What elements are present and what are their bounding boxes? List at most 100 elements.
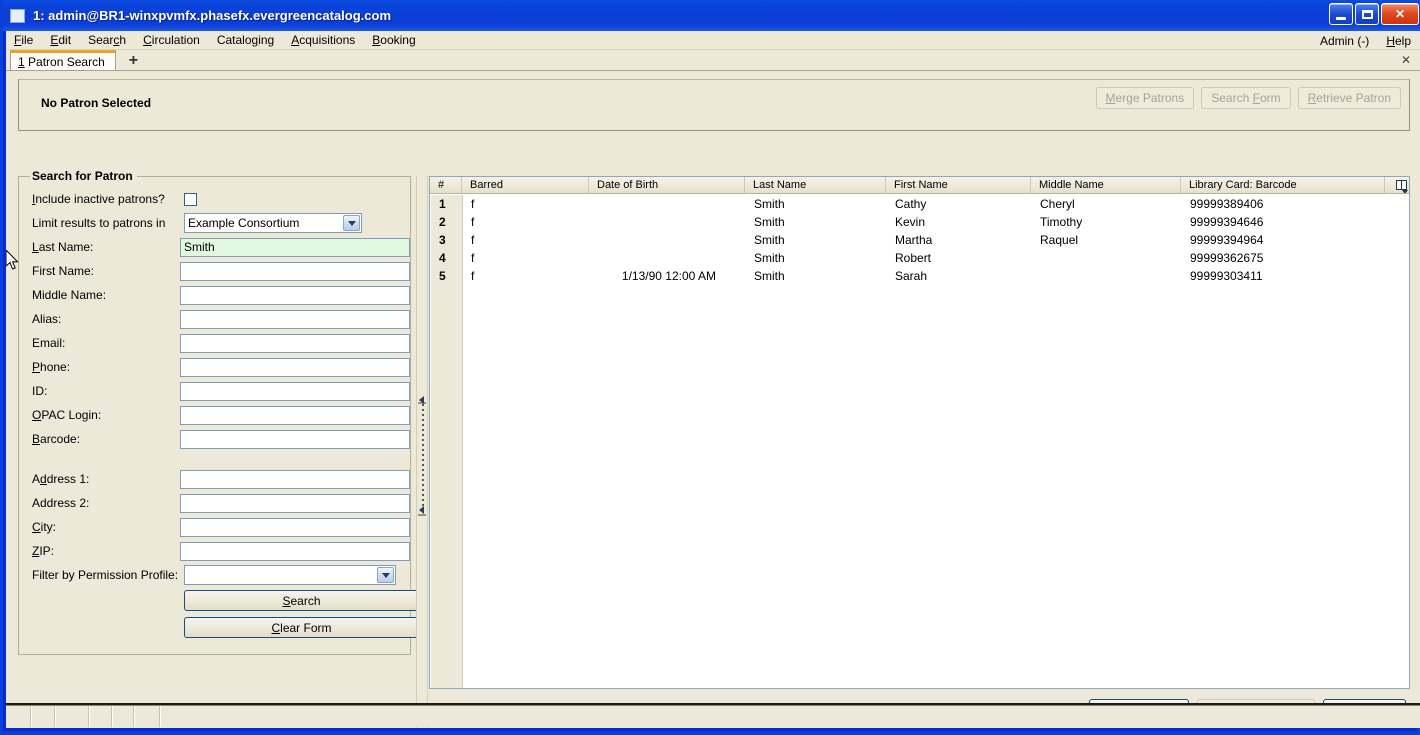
splitter-grip — [422, 404, 424, 512]
table-row[interactable]: 4 f Smith Robert 99999362675 — [431, 249, 1409, 267]
search-form-button[interactable]: Search Form — [1201, 87, 1291, 109]
row-email: Email: — [32, 333, 410, 353]
search-button[interactable]: Search — [184, 590, 419, 611]
menu-edit[interactable]: Edit — [42, 31, 80, 49]
pane-splitter[interactable] — [416, 176, 428, 728]
city-label: City: — [32, 520, 57, 534]
table-row[interactable]: 2 f Smith Kevin Timothy 99999394646 — [431, 213, 1409, 231]
client-area: File Edit Search Circulation Cataloging … — [6, 31, 1420, 728]
menu-file-label: ile — [21, 33, 34, 47]
application-window: 1: admin@BR1-winxpvmfx.phasefx.evergreen… — [0, 0, 1420, 735]
cell-last-name: Smith — [754, 197, 785, 211]
chevron-down-icon — [377, 567, 394, 583]
table-row[interactable]: 3 f Smith Martha Raquel 99999394964 — [431, 231, 1409, 249]
include-inactive-checkbox[interactable] — [184, 192, 197, 206]
search-for-patron-group: Search for Patron Include inactive patro… — [18, 169, 419, 655]
splitter-collapse-right-icon[interactable] — [419, 506, 424, 514]
cell-number: 4 — [439, 251, 446, 265]
column-picker-button[interactable] — [1385, 177, 1409, 193]
window-title: 1: admin@BR1-winxpvmfx.phasefx.evergreen… — [33, 8, 392, 23]
close-button[interactable]: ✕ — [1381, 3, 1419, 25]
patron-status-label: No Patron Selected — [41, 96, 152, 110]
menu-file[interactable]: File — [6, 31, 42, 49]
permission-profile-select[interactable] — [184, 565, 396, 585]
middle-name-input[interactable] — [180, 285, 410, 305]
cell-first-name: Martha — [895, 233, 933, 247]
city-input[interactable] — [180, 517, 410, 537]
row-opac-login: OPAC Login: — [32, 405, 410, 425]
limit-results-value: Example Consortium — [188, 216, 300, 230]
cell-number: 2 — [439, 215, 446, 229]
cell-dob — [590, 195, 746, 213]
address1-input[interactable] — [180, 469, 410, 489]
phone-input[interactable] — [180, 357, 410, 377]
patron-summary-header: No Patron Selected Merge Patrons Search … — [18, 79, 1410, 131]
retrieve-patron-button[interactable]: Retrieve Patron — [1297, 87, 1401, 109]
row-address1: Address 1: — [32, 469, 410, 489]
maximize-button[interactable] — [1355, 3, 1379, 25]
last-name-input[interactable] — [180, 237, 410, 257]
cell-middle-name: Timothy — [1040, 215, 1083, 229]
menu-acquisitions[interactable]: Acquisitions — [283, 31, 364, 49]
first-name-input[interactable] — [180, 261, 410, 281]
alias-input[interactable] — [180, 309, 410, 329]
menu-search[interactable]: Search — [80, 31, 135, 49]
id-input[interactable] — [180, 381, 410, 401]
menu-cataloging[interactable]: Cataloging — [209, 31, 283, 49]
id-label: ID: — [32, 384, 48, 398]
search-group-legend: Search for Patron — [30, 169, 137, 183]
cell-first-name: Kevin — [895, 215, 926, 229]
cell-last-name: Smith — [754, 233, 785, 247]
status-segment-3 — [56, 706, 90, 727]
menu-help[interactable]: Help — [1378, 32, 1420, 50]
table-row[interactable]: 5 f 1/13/90 12:00 AM Smith Sarah 9999930… — [431, 267, 1409, 285]
menu-bar: File Edit Search Circulation Cataloging … — [6, 31, 1420, 50]
grid-body: 1 f Smith Cathy Cheryl 99999389406 2 f S… — [431, 195, 1409, 285]
cell-barcode: 99999389406 — [1190, 197, 1264, 211]
first-name-label: First Name: — [32, 264, 95, 278]
row-barcode: Barcode: — [32, 429, 410, 449]
merge-patrons-button[interactable]: Merge Patrons — [1095, 87, 1195, 109]
menu-circulation[interactable]: Circulation — [135, 31, 209, 49]
cell-barred: f — [471, 215, 475, 229]
clear-form-button[interactable]: Clear Form — [184, 617, 419, 638]
column-header-barred[interactable]: Barred — [462, 177, 589, 193]
email-input[interactable] — [180, 333, 410, 353]
column-header-middle-name[interactable]: Middle Name — [1031, 177, 1181, 193]
cell-dob — [590, 213, 746, 231]
address2-input[interactable] — [180, 493, 410, 513]
new-tab-button[interactable]: + — [125, 53, 142, 69]
status-segment-1 — [6, 706, 32, 727]
column-header-first-name[interactable]: First Name — [886, 177, 1031, 193]
opac-login-input[interactable] — [180, 405, 410, 425]
column-header-library-card[interactable]: Library Card: Barcode — [1181, 177, 1385, 193]
cell-last-name: Smith — [754, 251, 785, 265]
splitter-collapse-left-icon[interactable] — [419, 396, 424, 404]
search-pane: Search for Patron Include inactive patro… — [18, 169, 419, 728]
status-segment-4 — [90, 706, 113, 727]
cell-barcode: 99999394646 — [1190, 215, 1264, 229]
column-header-dob[interactable]: Date of Birth — [589, 177, 745, 193]
tab-accesskey: 1 — [18, 55, 25, 69]
row-limit-results: Limit results to patrons in Example Cons… — [32, 213, 410, 233]
cell-number: 3 — [439, 233, 446, 247]
tab-patron-search[interactable]: 1 Patron Search — [10, 50, 116, 70]
minimize-button[interactable] — [1329, 3, 1353, 25]
tab-strip: 1 Patron Search + ✕ — [6, 50, 1420, 71]
row-address2: Address 2: — [32, 493, 410, 513]
cell-last-name: Smith — [754, 215, 785, 229]
close-tab-icon[interactable]: ✕ — [1401, 53, 1411, 67]
limit-results-label: Limit results to patrons in — [32, 216, 166, 230]
status-segment-6 — [135, 706, 161, 727]
zip-input[interactable] — [180, 541, 410, 561]
row-id: ID: — [32, 381, 410, 401]
menu-booking[interactable]: Booking — [364, 31, 424, 49]
barcode-input[interactable] — [180, 429, 410, 449]
cell-number: 1 — [439, 197, 446, 211]
column-header-last-name[interactable]: Last Name — [745, 177, 886, 193]
table-row[interactable]: 1 f Smith Cathy Cheryl 99999389406 — [431, 195, 1409, 213]
limit-results-select[interactable]: Example Consortium — [184, 213, 362, 233]
include-inactive-label: Include inactive patrons? — [32, 192, 165, 206]
column-header-number[interactable]: # — [430, 177, 462, 193]
menu-admin[interactable]: Admin (-) — [1312, 32, 1378, 50]
